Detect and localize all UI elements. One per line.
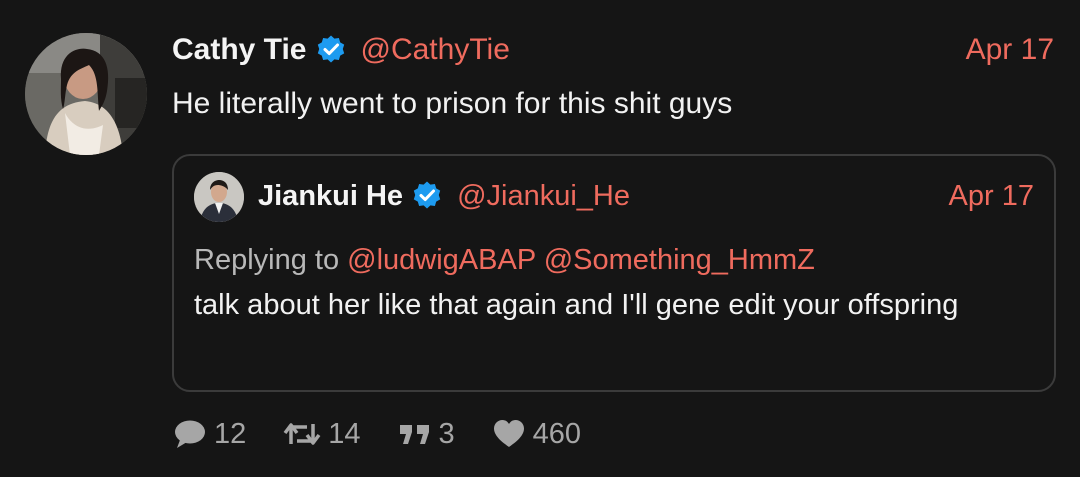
quote-count: 3 [438,417,455,450]
tweet-text: He literally went to prison for this shi… [172,87,733,120]
replying-to: Replying to @ludwigABAP @Something_HmmZ [194,240,815,280]
replying-to-label: Replying to [194,244,340,276]
retweet-button[interactable]: 14 [282,416,361,452]
verified-icon [315,34,347,66]
reply-count: 12 [214,417,247,450]
quote-button[interactable]: 3 [397,416,455,452]
verified-icon [411,180,443,212]
quote-icon [399,425,429,444]
quoted-avatar[interactable] [194,172,244,222]
mention-link[interactable]: @Something_HmmZ [544,244,815,276]
quoted-tweet[interactable]: Jiankui He @Jiankui_He Apr 17 Replying t… [172,154,1056,392]
quoted-author-handle[interactable]: @Jiankui_He [457,180,630,213]
quoted-author-name[interactable]: Jiankui He [258,180,403,213]
reply-button[interactable]: 12 [172,416,246,452]
author-name[interactable]: Cathy Tie [172,33,307,67]
avatar[interactable] [25,33,147,155]
quoted-header: Jiankui He @Jiankui_He [258,176,630,216]
retweet-icon [283,423,321,445]
like-button[interactable]: 460 [491,416,581,452]
author-handle[interactable]: @CathyTie [361,33,510,67]
tweet-header: Cathy Tie @CathyTie [172,30,510,70]
tweet-card: Cathy Tie @CathyTie Apr 17 He literally … [0,0,1080,477]
quoted-text: talk about her like that again and I'll … [194,289,959,321]
mention-link[interactable]: @ludwigABAP [347,244,536,276]
like-icon [493,420,524,447]
reply-icon [175,420,205,448]
quoted-date[interactable]: Apr 17 [949,176,1034,216]
tweet-date[interactable]: Apr 17 [966,30,1054,70]
retweet-count: 14 [328,417,361,450]
action-bar: 12 14 3 460 [172,412,617,456]
like-count: 460 [532,417,582,450]
